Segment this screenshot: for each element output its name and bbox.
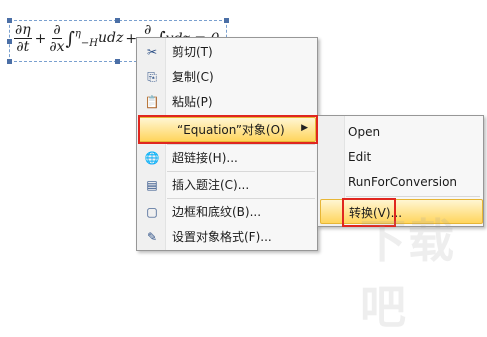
format-object-icon: ✎ bbox=[146, 230, 158, 244]
resize-handle-left[interactable] bbox=[7, 39, 12, 44]
menu-separator bbox=[167, 144, 315, 145]
plus-sign: + bbox=[34, 31, 47, 47]
menu-item-format-object[interactable]: ✎ 设置对象格式(F)... bbox=[139, 225, 315, 248]
menu-item-borders-shading[interactable]: ▢ 边框和底纹(B)... bbox=[139, 200, 315, 223]
fraction-d-dx: ∂ ∂x bbox=[49, 22, 65, 56]
menu-item-insert-caption[interactable]: ▤ 插入题注(C)... bbox=[139, 173, 315, 196]
submenu-item-edit[interactable]: Edit bbox=[320, 146, 481, 169]
fraction-denominator: ∂x bbox=[49, 39, 65, 55]
annotation-box-convert bbox=[342, 198, 396, 227]
hyperlink-icon: 🌐 bbox=[144, 151, 160, 165]
menu-separator bbox=[167, 171, 315, 172]
menu-item-label: 边框和底纹(B)... bbox=[172, 205, 262, 219]
menu-item-label: 超链接(H)... bbox=[172, 151, 238, 165]
copy-icon: ⎘ bbox=[147, 69, 157, 84]
borders-icon: ▢ bbox=[146, 205, 158, 219]
submenu-item-label: RunForConversion bbox=[348, 175, 458, 189]
resize-handle-bottom[interactable] bbox=[115, 59, 120, 64]
menu-item-label: 复制(C) bbox=[172, 70, 214, 84]
resize-handle-tr[interactable] bbox=[224, 18, 229, 23]
menu-item-label: 剪切(T) bbox=[172, 45, 213, 59]
submenu-item-run-for-conversion[interactable]: RunForConversion bbox=[320, 171, 481, 194]
context-menu: ✂ 剪切(T) ⎘ 复制(C) 📋 粘贴(P) “Equation”对象(O) … bbox=[136, 37, 318, 251]
fraction-deta-dt: ∂η ∂t bbox=[14, 23, 32, 55]
menu-item-hyperlink[interactable]: 🌐 超链接(H)... bbox=[139, 146, 315, 169]
submenu-item-label: Open bbox=[348, 125, 381, 139]
submenu-item-open[interactable]: Open bbox=[320, 121, 481, 144]
resize-handle-tl[interactable] bbox=[7, 18, 12, 23]
fraction-numerator: ∂η bbox=[14, 22, 32, 39]
menu-separator bbox=[167, 198, 315, 199]
submenu-separator bbox=[346, 196, 480, 197]
scissors-icon: ✂ bbox=[146, 45, 158, 59]
menu-item-label: 设置对象格式(F)... bbox=[172, 230, 272, 244]
paste-icon: 📋 bbox=[144, 95, 160, 109]
menu-item-label: 插入题注(C)... bbox=[172, 178, 250, 192]
menu-item-paste[interactable]: 📋 粘贴(P) bbox=[139, 90, 315, 113]
integral-sign: ∫ bbox=[65, 28, 75, 50]
caption-icon: ▤ bbox=[146, 178, 158, 192]
fraction-denominator: ∂t bbox=[16, 39, 30, 55]
menu-item-label: 粘贴(P) bbox=[172, 95, 213, 109]
resize-handle-bl[interactable] bbox=[7, 59, 12, 64]
fraction-numerator: ∂ bbox=[52, 22, 62, 39]
menu-item-copy[interactable]: ⎘ 复制(C) bbox=[139, 65, 315, 88]
integral-lower-limit: −H bbox=[80, 38, 99, 50]
annotation-box-equation-object bbox=[138, 115, 318, 144]
integrand: udz bbox=[98, 30, 124, 47]
submenu-item-label: Edit bbox=[348, 150, 372, 164]
menu-item-cut[interactable]: ✂ 剪切(T) bbox=[139, 40, 315, 63]
